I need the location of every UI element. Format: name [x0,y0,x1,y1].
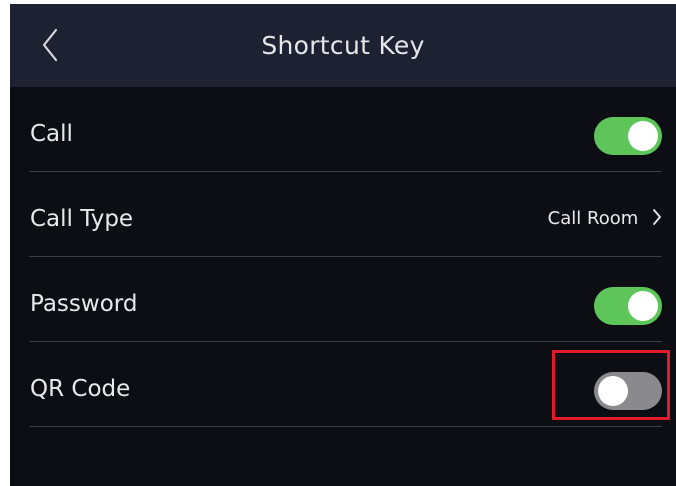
call-toggle[interactable] [594,117,662,155]
setting-label-call: Call [30,121,73,147]
setting-row-qr-code: QR Code [10,342,676,427]
header-bar: Shortcut Key [10,4,676,87]
chevron-right-icon [653,209,661,225]
back-button[interactable] [36,24,66,66]
page-title: Shortcut Key [261,31,425,60]
setting-row-password: Password [10,257,676,342]
call-type-value-link[interactable]: Call Room [548,172,662,257]
setting-label-call-type: Call Type [30,206,134,232]
settings-list: Call Call Type Call Room Password QR Cod… [10,87,676,427]
setting-label-password: Password [30,291,138,317]
toggle-knob [628,121,658,151]
toggle-knob [628,291,658,321]
shortcut-key-screen: Shortcut Key Call Call Type Call Room Pa… [10,4,676,486]
password-toggle[interactable] [594,287,662,325]
qr-code-toggle[interactable] [594,372,662,410]
toggle-knob [598,376,628,406]
setting-row-call-type[interactable]: Call Type Call Room [10,172,676,257]
chevron-left-icon [42,28,58,62]
setting-label-qr-code: QR Code [30,376,131,402]
setting-row-call: Call [10,87,676,172]
call-type-value: Call Room [547,208,639,229]
